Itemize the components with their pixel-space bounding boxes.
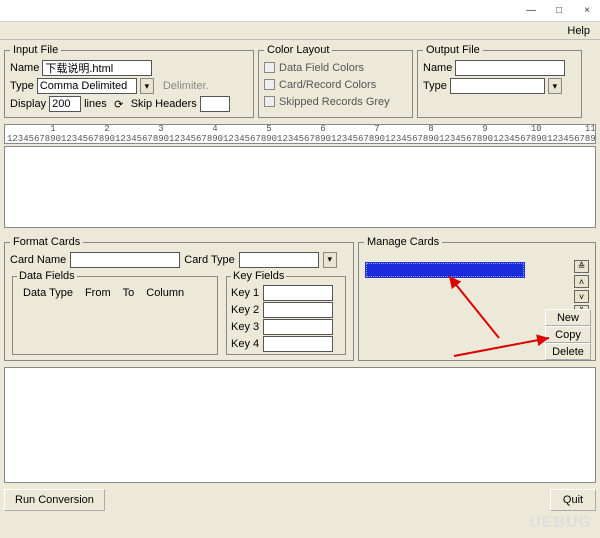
checkbox-icon [264,79,275,90]
delete-button[interactable]: Delete [545,343,591,360]
inputfile-type-label: Type [10,80,34,92]
inputfile-lines-label: lines [84,98,107,110]
key2-label: Key 2 [231,304,259,316]
data-preview-area[interactable] [4,146,596,228]
move-up-button[interactable]: ˄ [574,275,589,288]
annotation-arrow-icon [419,268,509,348]
card-type-label: Card Type [184,254,235,266]
outputfile-type-label: Type [423,80,447,92]
key1-field[interactable] [263,285,333,301]
move-top-button[interactable]: ≙ [574,260,589,273]
color-layout-group: Color Layout Data Field Colors Card/Reco… [258,44,413,118]
close-button[interactable]: × [574,2,600,20]
column-ruler: 1 2 3 4 5 6 7 8 9 10 11 12 1234567890123… [4,124,596,144]
input-file-legend: Input File [10,44,61,56]
ruler-ones: 1234567890123456789012345678901234567890… [7,135,596,144]
annotation-arrow-icon [449,326,559,366]
card-name-field[interactable] [70,252,180,268]
card-name-label: Card Name [10,254,66,266]
manage-cards-selected-item[interactable] [365,262,525,278]
double-up-icon: ≙ [578,261,586,272]
col-datatype: Data Type [23,287,73,299]
inputfile-display-field[interactable] [49,96,81,112]
inputfile-skipheaders-label: Skip Headers [131,98,197,110]
inputfile-skipheaders-field[interactable] [200,96,230,112]
data-fields-group: Data Fields Data Type From To Column [12,270,218,355]
key4-label: Key 4 [231,338,259,350]
outputfile-name-label: Name [423,62,452,74]
format-cards-group: Format Cards Card Name Card Type ▾ Data … [4,236,354,361]
col-column: Column [146,287,184,299]
window-titlebar: — □ × [0,0,600,22]
run-conversion-button[interactable]: Run Conversion [4,489,105,511]
quit-button[interactable]: Quit [550,489,596,511]
new-button[interactable]: New [545,309,591,326]
outputfile-type-dropdown-icon[interactable]: ▾ [548,78,562,94]
inputfile-delimiter-label: Delimiter. [163,80,209,92]
input-file-group: Input File Name Type ▾ Delimiter. Displa… [4,44,254,118]
inputfile-type-dropdown-icon[interactable]: ▾ [140,78,154,94]
checkbox-icon [264,62,275,73]
manage-cards-legend: Manage Cards [364,236,442,248]
log-output-area[interactable] [4,367,596,483]
move-down-button[interactable]: ˅ [574,290,589,303]
col-to: To [123,287,135,299]
chevron-up-icon: ˄ [579,277,584,287]
menu-bar: Help [0,22,600,40]
key3-label: Key 3 [231,321,259,333]
key1-label: Key 1 [231,287,259,299]
key4-field[interactable] [263,336,333,352]
outputfile-name-field[interactable] [455,60,565,76]
app-body: Input File Name Type ▾ Delimiter. Displa… [0,40,600,538]
skippedrecordsgrey-checkbox[interactable]: Skipped Records Grey [264,93,407,110]
chevron-down-icon: ˅ [579,292,584,302]
format-cards-legend: Format Cards [10,236,83,248]
watermark-text: UEBUG [529,514,592,532]
key2-field[interactable] [263,302,333,318]
skippedrecordsgrey-label: Skipped Records Grey [279,96,390,108]
copy-button[interactable]: Copy [545,326,591,343]
output-file-group: Output File Name Type ▾ [417,44,582,118]
key3-field[interactable] [263,319,333,335]
col-from: From [85,287,111,299]
checkbox-icon [264,96,275,107]
datafieldcolors-label: Data Field Colors [279,62,364,74]
minimize-button[interactable]: — [518,2,544,20]
inputfile-type-field[interactable] [37,78,137,94]
card-type-dropdown-icon[interactable]: ▾ [323,252,337,268]
cardrecordcolors-checkbox[interactable]: Card/Record Colors [264,76,407,93]
manage-cards-group: Manage Cards ≙ ˄ ˅ ≚ New Copy Delete [358,236,596,361]
key-fields-group: Key Fields Key 1 Key 2 Key 3 Key 4 [226,270,346,355]
inputfile-display-label: Display [10,98,46,110]
key-fields-legend: Key Fields [231,270,286,282]
data-fields-legend: Data Fields [17,270,77,282]
output-file-legend: Output File [423,44,483,56]
menu-help[interactable]: Help [563,25,594,37]
card-type-field[interactable] [239,252,319,268]
inputfile-name-label: Name [10,62,39,74]
outputfile-type-field[interactable] [450,78,545,94]
ruler-tens: 1 2 3 4 5 6 7 8 9 10 11 12 [7,125,596,134]
datafieldcolors-checkbox[interactable]: Data Field Colors [264,59,407,76]
refresh-icon[interactable]: ⟳ [110,96,128,112]
color-layout-legend: Color Layout [264,44,332,56]
inputfile-name-field[interactable] [42,60,152,76]
maximize-button[interactable]: □ [546,2,572,20]
cardrecordcolors-label: Card/Record Colors [279,79,376,91]
